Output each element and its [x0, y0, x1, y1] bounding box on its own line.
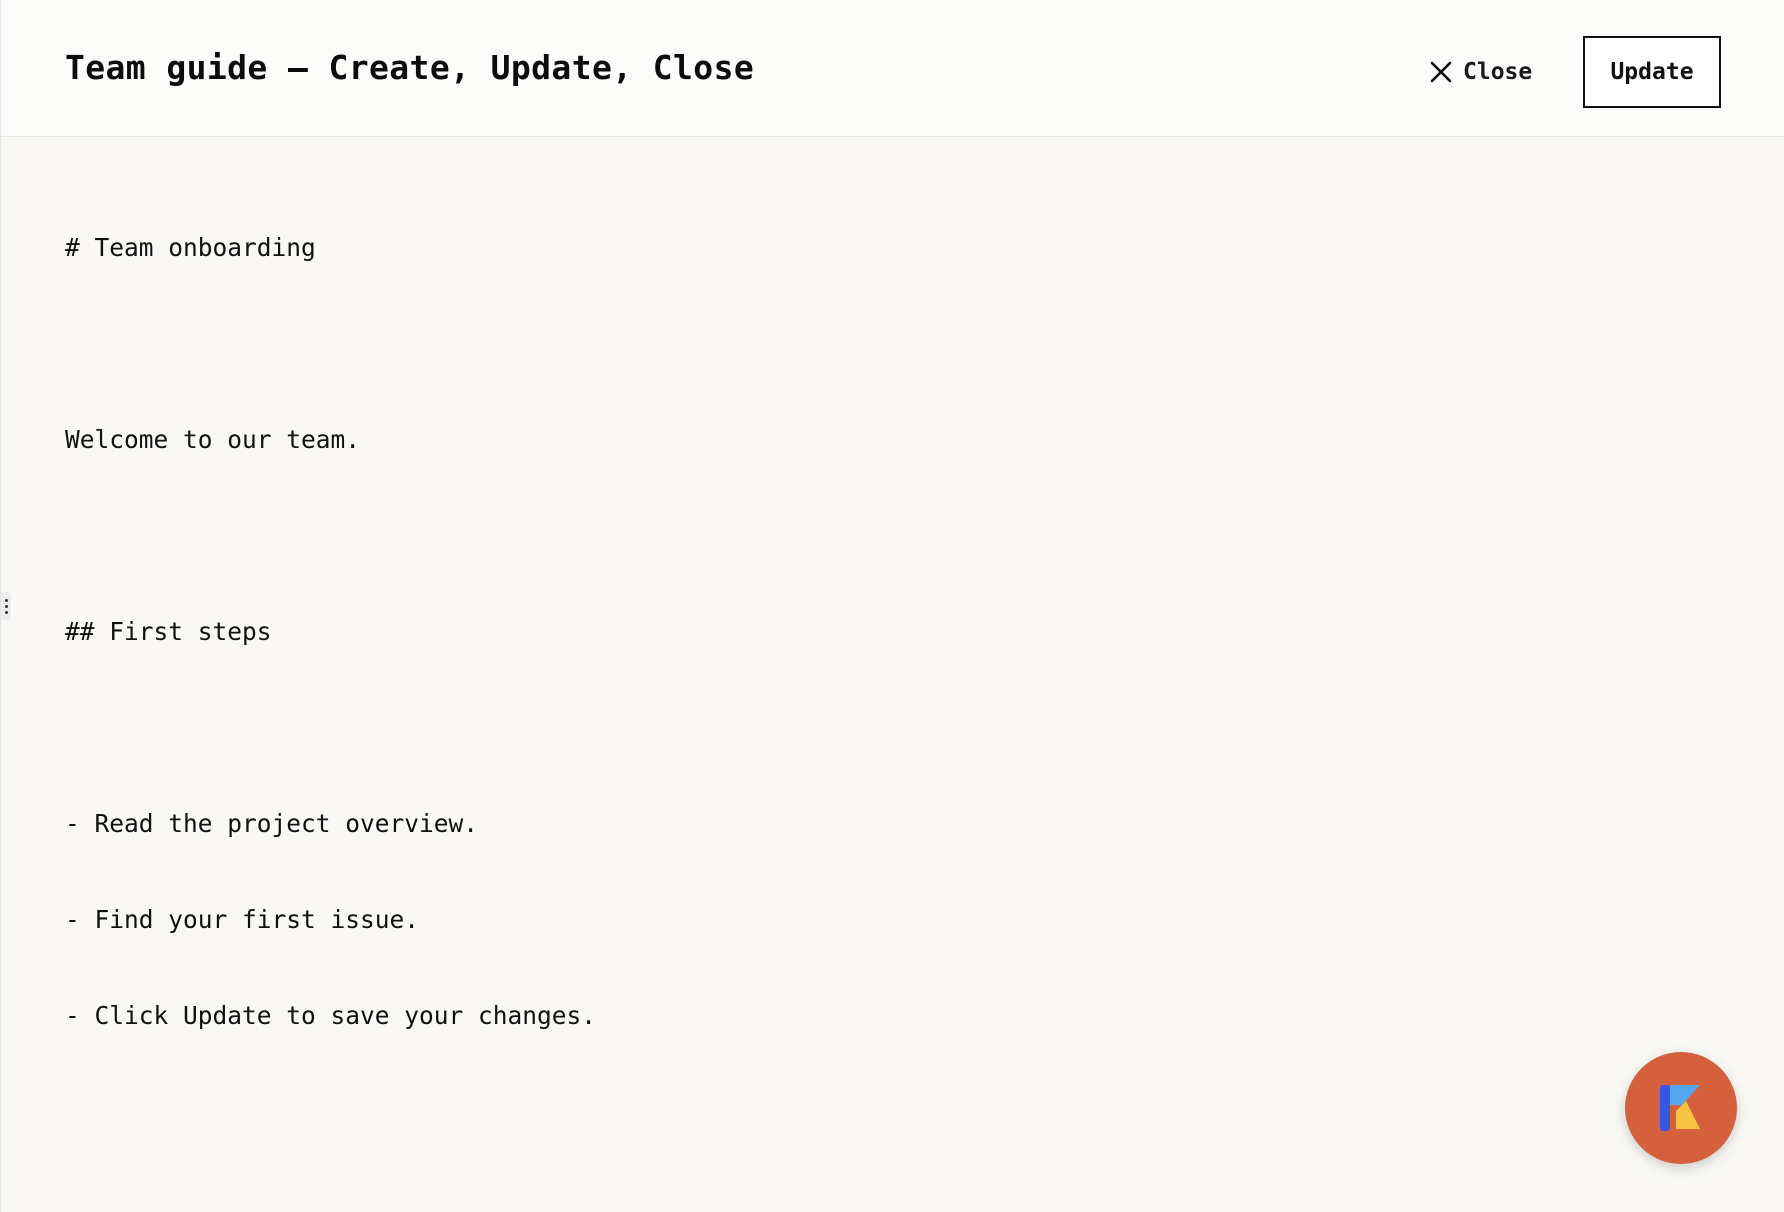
editor-line: Welcome to our team. [65, 425, 361, 454]
kotlin-logo-icon [1660, 1085, 1700, 1131]
editor-line: # Team onboarding [65, 233, 316, 262]
app-window: Team guide — Create, Update, Close Close… [0, 0, 1784, 1212]
close-icon [1430, 61, 1452, 83]
editor-line: ## First steps [65, 617, 272, 646]
assistant-fab-button[interactable] [1625, 1052, 1737, 1164]
editor-line: - Read the project overview. [65, 809, 479, 838]
markdown-editor[interactable]: # Team onboarding Welcome to our team. #… [65, 168, 1715, 1158]
drag-handle-icon[interactable] [1, 592, 11, 620]
page-title: Team guide — Create, Update, Close [65, 48, 755, 87]
page-header: Team guide — Create, Update, Close Close… [1, 0, 1784, 137]
editor-line: - Click Update to save your changes. [65, 1001, 597, 1030]
close-button-label: Close [1463, 59, 1533, 85]
update-button[interactable]: Update [1583, 36, 1721, 108]
editor-line: - Find your first issue. [65, 905, 420, 934]
close-button[interactable]: Close [1429, 50, 1532, 94]
